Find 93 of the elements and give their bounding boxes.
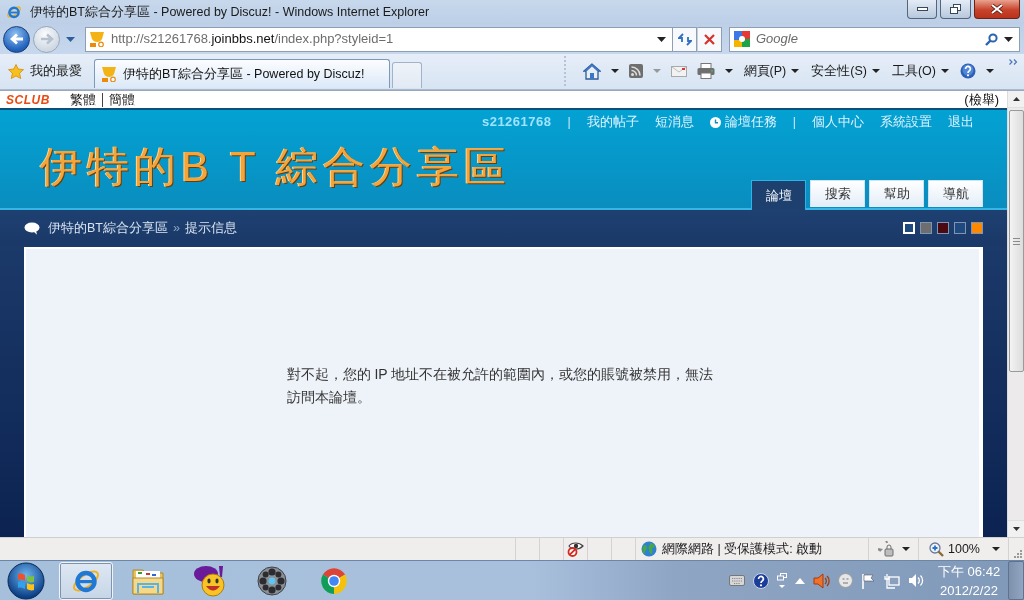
clock-icon (709, 116, 721, 128)
link-separator: | (792, 113, 796, 131)
close-icon (991, 4, 1003, 14)
breadcrumb-separator: » (173, 219, 180, 237)
menu-button[interactable]: 網頁(P) (737, 61, 806, 81)
caret-icon[interactable] (901, 547, 910, 551)
caret-icon[interactable] (791, 69, 800, 73)
printer-icon[interactable] (696, 63, 715, 79)
breadcrumb-current: 提示信息 (184, 219, 237, 237)
window-title: 伊特的BT綜合分享區 - Powered by Discuz! - Windows Internet Explorer (30, 3, 430, 21)
four-color-icon (734, 31, 750, 47)
caret-icon[interactable] (871, 69, 880, 73)
star-icon (8, 63, 24, 79)
color-swatch-icon[interactable] (971, 222, 983, 234)
zoom-in-icon[interactable] (929, 541, 944, 557)
nav-tab[interactable]: 論壇 (751, 180, 806, 210)
scrollbar-track[interactable] (1007, 91, 1024, 537)
start-orb-icon[interactable] (7, 561, 45, 600)
caret-icon[interactable] (1004, 36, 1013, 42)
report-link[interactable]: (檢舉) (964, 89, 999, 110)
minimize-button[interactable] (907, 0, 937, 19)
search-field[interactable]: Google (729, 26, 1020, 52)
menu-button[interactable]: 工具(O) (885, 61, 955, 81)
grip-lines-icon (1012, 237, 1020, 245)
caret-icon[interactable] (941, 69, 949, 73)
chevron-icon[interactable] (1009, 59, 1018, 65)
globe-icon (641, 541, 657, 557)
tricolor-circle-icon[interactable] (319, 565, 349, 596)
e-logo-icon (6, 4, 22, 20)
restore-icon (950, 4, 961, 14)
minimize-icon (916, 7, 928, 11)
color-swatch-icon[interactable] (954, 222, 966, 234)
envelope-icon[interactable] (670, 65, 687, 77)
resize-grip-icon[interactable] (1013, 549, 1022, 558)
caret-icon[interactable] (986, 69, 994, 73)
speech-bubble-icon (24, 221, 40, 235)
forum-logo: 伊特的B T 綜合分享區 (40, 146, 512, 188)
color-swatch-icon[interactable] (937, 222, 949, 234)
language-link[interactable]: 繁體 (63, 92, 102, 107)
eye-blocked-icon[interactable] (567, 541, 584, 557)
zoom-level[interactable]: 100% (948, 539, 980, 559)
site-logo: SCLUB (6, 91, 50, 109)
keyboard-icon[interactable] (729, 575, 745, 586)
volume-icon[interactable] (908, 573, 924, 588)
scroll-up-button[interactable] (1008, 91, 1024, 108)
triangle-up-icon[interactable] (795, 577, 805, 584)
help-icon[interactable] (960, 63, 976, 79)
caret-icon[interactable] (724, 69, 733, 73)
back-button[interactable] (3, 25, 30, 53)
folder-icon[interactable] (132, 566, 164, 595)
nav-tab[interactable]: 幫助 (869, 180, 924, 207)
network-icon[interactable] (884, 572, 900, 589)
windows-arrow-icon[interactable] (777, 572, 787, 589)
caret-icon[interactable] (992, 547, 1000, 551)
home-icon[interactable] (582, 62, 601, 80)
caret-icon[interactable] (657, 36, 666, 42)
color-swatch-icon[interactable] (920, 222, 932, 234)
restore-button[interactable] (940, 0, 971, 19)
smiley-icon[interactable] (193, 564, 227, 597)
stop-button[interactable] (697, 26, 722, 52)
nav-tab[interactable]: 導航 (928, 180, 983, 207)
nav-tab[interactable]: 搜索 (810, 180, 865, 207)
caret-icon[interactable] (610, 69, 619, 73)
scroll-down-button[interactable] (1008, 520, 1024, 537)
arrow-lock-icon[interactable] (877, 541, 894, 557)
arrow-right-icon (39, 33, 54, 45)
breadcrumb-link[interactable]: 伊特的BT綜合分享區 (48, 218, 168, 238)
caret-up-icon (1012, 97, 1020, 101)
taskbar-button[interactable] (59, 561, 113, 600)
search-input[interactable]: Google (756, 29, 979, 49)
error-message: 對不起，您的 IP 地址不在被允許的範圍內，或您的賬號被禁用，無法訪問本論壇。 (286, 365, 715, 407)
link-separator: | (567, 113, 571, 131)
help-icon[interactable] (753, 572, 769, 589)
speaker-icon[interactable] (813, 572, 830, 589)
browser-tab[interactable]: 伊特的BT綜合分享區 - Powered by Discuz! (94, 59, 390, 88)
cup-icon (101, 66, 117, 82)
language-link[interactable]: 簡體 (101, 92, 141, 107)
stop-icon (704, 33, 715, 45)
arrow-left-icon (9, 33, 24, 45)
address-field[interactable]: http://s21261768.joinbbs.net/index.php?styleid=1 (85, 26, 672, 52)
menu-button[interactable]: 安全性(S) (805, 61, 886, 81)
favorites-button[interactable]: 我的最愛 (6, 56, 88, 86)
search-icon[interactable] (985, 32, 998, 46)
scrollbar-thumb[interactable] (1008, 110, 1024, 372)
caret-down-icon (1012, 527, 1020, 531)
film-reel-icon[interactable] (257, 565, 287, 596)
flag-icon[interactable] (861, 572, 876, 589)
rss-icon[interactable] (628, 64, 643, 78)
close-button[interactable] (974, 0, 1020, 19)
cup-icon (89, 31, 105, 47)
refresh-icon (677, 32, 692, 46)
refresh-button[interactable] (672, 26, 697, 52)
security-zone-text: 網際網路 | 受保護模式: 啟動 (662, 540, 823, 558)
